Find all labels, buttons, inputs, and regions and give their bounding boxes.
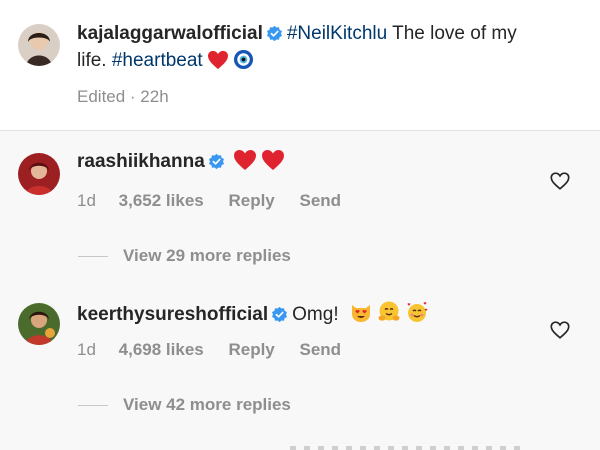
comment-time: 1d bbox=[77, 340, 96, 359]
caption-line-2: life. #heartbeat bbox=[77, 48, 254, 78]
replies-dash bbox=[78, 404, 108, 406]
caption-text-2: life. bbox=[77, 50, 107, 71]
red-heart-emoji-icon bbox=[261, 149, 285, 179]
comment-avatar-raashiikhanna[interactable] bbox=[18, 153, 60, 195]
caption-meta: Edited · 22h bbox=[77, 87, 169, 107]
comment-username[interactable]: keerthysureshofficial bbox=[77, 304, 268, 325]
avatar-image bbox=[18, 303, 60, 345]
view-replies-label: View 42 more replies bbox=[123, 395, 291, 414]
loading-dots bbox=[290, 446, 520, 450]
smiling-face-hearts-emoji-icon bbox=[405, 300, 429, 332]
post-caption: kajalaggarwalofficial #NeilKitchlu The lo… bbox=[0, 0, 600, 130]
caption-hashtag-neilkitchlu[interactable]: #NeilKitchlu bbox=[287, 23, 387, 44]
comment-2-line: keerthysureshofficial Omg! bbox=[77, 300, 429, 332]
caption-hashtag-heartbeat[interactable]: #heartbeat bbox=[112, 50, 203, 71]
verified-badge-icon bbox=[208, 152, 225, 178]
verified-badge-icon bbox=[271, 305, 288, 331]
send-button[interactable]: Send bbox=[300, 191, 342, 211]
caption-author-avatar[interactable] bbox=[18, 24, 60, 66]
caption-username[interactable]: kajalaggarwalofficial bbox=[77, 23, 263, 44]
send-button[interactable]: Send bbox=[300, 340, 342, 360]
comments-section: raashiikhanna 1d 3,652 likes Reply Send … bbox=[0, 131, 600, 450]
comment-text: Omg! bbox=[292, 304, 339, 325]
red-heart-emoji-icon bbox=[233, 149, 257, 179]
comment-username[interactable]: raashiikhanna bbox=[77, 151, 205, 172]
view-replies-button[interactable]: View 42 more replies bbox=[78, 395, 291, 415]
reply-button[interactable]: Reply bbox=[228, 340, 274, 360]
red-heart-emoji-icon bbox=[207, 50, 229, 78]
avatar-image bbox=[18, 24, 60, 66]
heart-like-icon[interactable] bbox=[549, 319, 571, 341]
comment-time: 1d bbox=[77, 191, 96, 210]
comment-2-meta: 1d 4,698 likes Reply Send bbox=[77, 340, 341, 360]
verified-badge-icon bbox=[266, 24, 283, 50]
evil-eye-emoji-icon bbox=[233, 49, 254, 78]
comment-1-line: raashiikhanna bbox=[77, 149, 285, 179]
smiling-cat-heart-eyes-emoji-icon bbox=[349, 300, 373, 332]
comment-likes-count[interactable]: 4,698 likes bbox=[119, 340, 204, 360]
view-replies-button[interactable]: View 29 more replies bbox=[78, 246, 291, 266]
comment-1-meta: 1d 3,652 likes Reply Send bbox=[77, 191, 341, 211]
view-replies-label: View 29 more replies bbox=[123, 246, 291, 265]
caption-edited-time: Edited · 22h bbox=[77, 87, 169, 106]
hugging-face-emoji-icon bbox=[377, 300, 401, 332]
heart-like-icon[interactable] bbox=[549, 170, 571, 192]
comment-likes-count[interactable]: 3,652 likes bbox=[119, 191, 204, 211]
comment-avatar-keerthysureshofficial[interactable] bbox=[18, 303, 60, 345]
replies-dash bbox=[78, 255, 108, 257]
reply-button[interactable]: Reply bbox=[228, 191, 274, 211]
avatar-image bbox=[18, 153, 60, 195]
caption-text-1: The love of my bbox=[392, 23, 517, 44]
caption-line-1: kajalaggarwalofficial #NeilKitchlu The lo… bbox=[77, 21, 517, 50]
